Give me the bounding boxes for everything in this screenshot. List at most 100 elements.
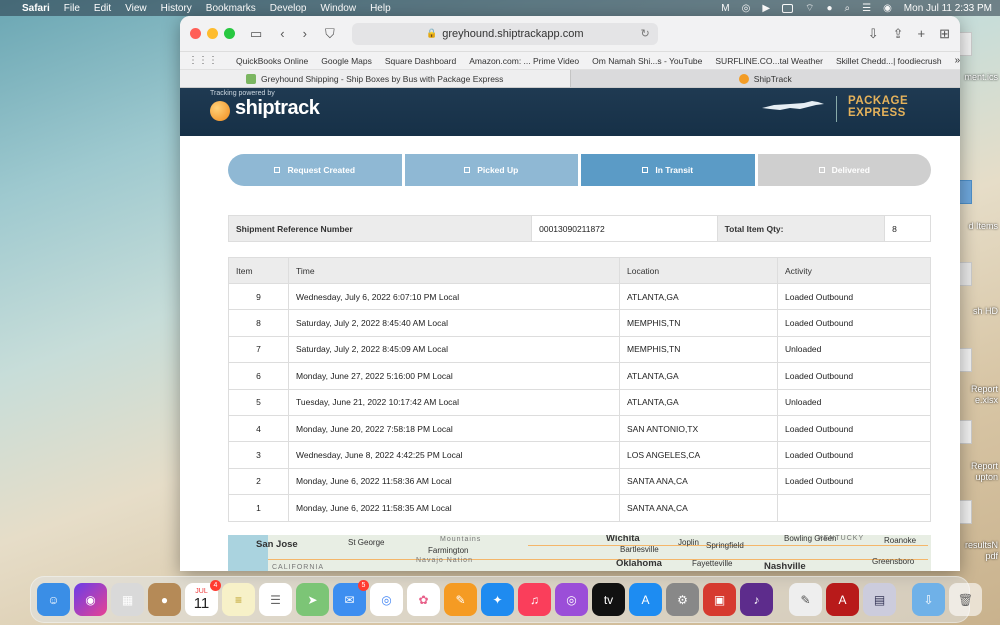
close-window-button[interactable] [190, 28, 201, 39]
menu-develop[interactable]: Develop [270, 3, 307, 14]
tab-overview-icon[interactable]: ⊞ [939, 26, 950, 42]
desktop-label[interactable]: sh HD [973, 306, 998, 316]
siri-icon[interactable]: ◉ [883, 3, 892, 14]
menubar-clock[interactable]: Mon Jul 11 2:33 PM [904, 3, 992, 14]
pages-icon[interactable]: ✎ [444, 583, 477, 616]
menu-file[interactable]: File [64, 3, 80, 14]
podcasts-icon[interactable]: ◎ [555, 583, 588, 616]
contacts-icon[interactable]: ● [148, 583, 181, 616]
tracking-activity-cell: Loaded Outbound [777, 282, 931, 311]
desktop-label[interactable]: ment.ics [964, 72, 998, 82]
greyhound-dog-icon [762, 101, 824, 110]
favorites-grid-icon[interactable]: ⋮⋮⋮ [188, 55, 218, 66]
tracking-header-row: Item Time Location Activity [228, 257, 931, 284]
tracking-location-cell: SAN ANTONIO,TX [619, 414, 778, 443]
audio-app-icon[interactable]: ♪ [740, 583, 773, 616]
wifi-icon[interactable]: ⌔ [805, 2, 814, 15]
calendar-icon[interactable]: JUL 11 4 [185, 580, 221, 616]
shiptrack-logo[interactable]: shiptrack [235, 97, 320, 120]
mail-icon[interactable]: ✉ 5 [333, 580, 369, 616]
step-picked-up: Picked Up [404, 154, 581, 186]
favorite-link[interactable]: QuickBooks Online [236, 56, 308, 66]
minimize-window-button[interactable] [207, 28, 218, 39]
tracking-time-cell: Tuesday, June 21, 2022 10:17:42 AM Local [288, 388, 620, 416]
desktop-label[interactable]: upton [975, 472, 998, 482]
preview-icon[interactable]: ▤ [863, 583, 896, 616]
favorite-link[interactable]: SURFLINE.CO...tal Weather [715, 56, 823, 66]
siri-app-icon[interactable]: ◉ [74, 583, 107, 616]
step-label: Picked Up [477, 165, 519, 175]
tracking-time-cell: Wednesday, June 8, 2022 4:42:25 PM Local [288, 441, 620, 469]
battery-icon[interactable] [782, 3, 794, 13]
tracking-time-cell: Saturday, July 2, 2022 8:45:09 AM Local [288, 335, 620, 364]
desktop-label[interactable]: e.xlsx [975, 395, 998, 405]
downloads-folder-icon[interactable]: ⇩ [912, 583, 945, 616]
control-center-icon[interactable]: ☰ [862, 3, 871, 14]
favorite-link[interactable]: Google Maps [321, 56, 372, 66]
downloads-icon[interactable]: ⇩ [868, 26, 879, 42]
acrobat-icon[interactable]: A [826, 583, 859, 616]
reload-icon[interactable]: ↻ [641, 27, 650, 40]
spotlight-icon[interactable]: ⌕ [844, 3, 850, 14]
tracking-activity-cell: Loaded Outbound [777, 362, 931, 390]
reminders-icon[interactable]: ☰ [259, 583, 292, 616]
apple-tv-icon[interactable]: tv [592, 583, 625, 616]
desktop-label[interactable]: pdf [985, 551, 998, 561]
tracking-row: 5 Tuesday, June 21, 2022 10:17:42 AM Loca… [228, 388, 931, 416]
forward-icon[interactable]: › [303, 26, 307, 41]
greyhound-favicon-icon [246, 73, 257, 84]
finder-icon[interactable]: ☺ [37, 583, 70, 616]
play-icon[interactable]: ▶ [762, 3, 770, 14]
notes-icon[interactable]: ≡ [222, 583, 255, 616]
menu-edit[interactable]: Edit [94, 3, 111, 14]
zoom-window-button[interactable] [224, 28, 235, 39]
step-checkbox-icon [274, 167, 281, 173]
malwarebytes-icon[interactable]: M [721, 3, 729, 14]
menu-app-name[interactable]: Safari [22, 3, 50, 14]
tab-bar: Greyhound Shipping - Ship Boxes by Bus w… [180, 70, 960, 88]
menu-view[interactable]: View [125, 3, 147, 14]
back-icon[interactable]: ‹ [280, 26, 284, 41]
maps-icon[interactable]: ➤ [296, 583, 329, 616]
launchpad-icon[interactable]: ▦ [111, 583, 144, 616]
share-icon[interactable]: ⇪ [893, 26, 904, 42]
desktop-label[interactable]: resultsN [965, 540, 998, 550]
menu-history[interactable]: History [161, 3, 192, 14]
tracking-row: 7 Saturday, July 2, 2022 8:45:09 AM Local… [228, 335, 931, 364]
map-label: Greensboro [872, 557, 915, 566]
trash-icon[interactable]: 🗑 [949, 583, 982, 616]
menu-window[interactable]: Window [321, 3, 357, 14]
desktop-label[interactable]: Report [971, 384, 998, 394]
favorite-link[interactable]: Skillet Chedd...| foodiecrush [836, 56, 942, 66]
user-icon[interactable]: ● [826, 3, 832, 14]
privacy-shield-icon[interactable]: ⛉ [325, 26, 335, 42]
chrome-icon[interactable]: ◎ [370, 583, 403, 616]
address-bar[interactable]: 🔒 greyhound.shiptrackapp.com ↻ [351, 22, 658, 45]
safari-icon[interactable]: ✦ [481, 583, 514, 616]
textedit-icon[interactable]: ✎ [789, 583, 822, 616]
photos-icon[interactable]: ✿ [407, 583, 440, 616]
tab-greyhound[interactable]: Greyhound Shipping - Ship Boxes by Bus w… [180, 70, 571, 87]
desktop-label[interactable]: d Items [968, 221, 998, 231]
favorite-link[interactable]: Square Dashboard [385, 56, 456, 66]
menu-help[interactable]: Help [370, 3, 391, 14]
new-tab-icon[interactable]: + [918, 26, 926, 42]
route-map[interactable]: San Jose St George Mountains Farmington … [228, 535, 931, 571]
favorites-overflow-icon[interactable]: » [955, 55, 960, 66]
calendar-day: 11 [193, 595, 210, 612]
favorite-link[interactable]: Om Namah Shi...s - YouTube [592, 56, 702, 66]
map-label: Fayetteville [692, 559, 733, 568]
creative-cloud-icon[interactable]: ◎ [742, 3, 751, 14]
music-icon[interactable]: ♫ [518, 583, 551, 616]
header-divider [836, 96, 837, 122]
desktop-label[interactable]: Report [971, 461, 998, 471]
tab-shiptrack[interactable]: ShipTrack [571, 70, 961, 87]
step-in-transit: In Transit [581, 154, 758, 186]
mail-badge: 5 [358, 580, 369, 591]
system-preferences-icon[interactable]: ⚙ [666, 583, 699, 616]
app-store-icon[interactable]: A [629, 583, 662, 616]
menu-bookmarks[interactable]: Bookmarks [206, 3, 256, 14]
photo-booth-icon[interactable]: ▣ [703, 583, 736, 616]
favorite-link[interactable]: Amazon.com: ... Prime Video [469, 56, 579, 66]
sidebar-icon[interactable]: ▭ [250, 26, 262, 42]
